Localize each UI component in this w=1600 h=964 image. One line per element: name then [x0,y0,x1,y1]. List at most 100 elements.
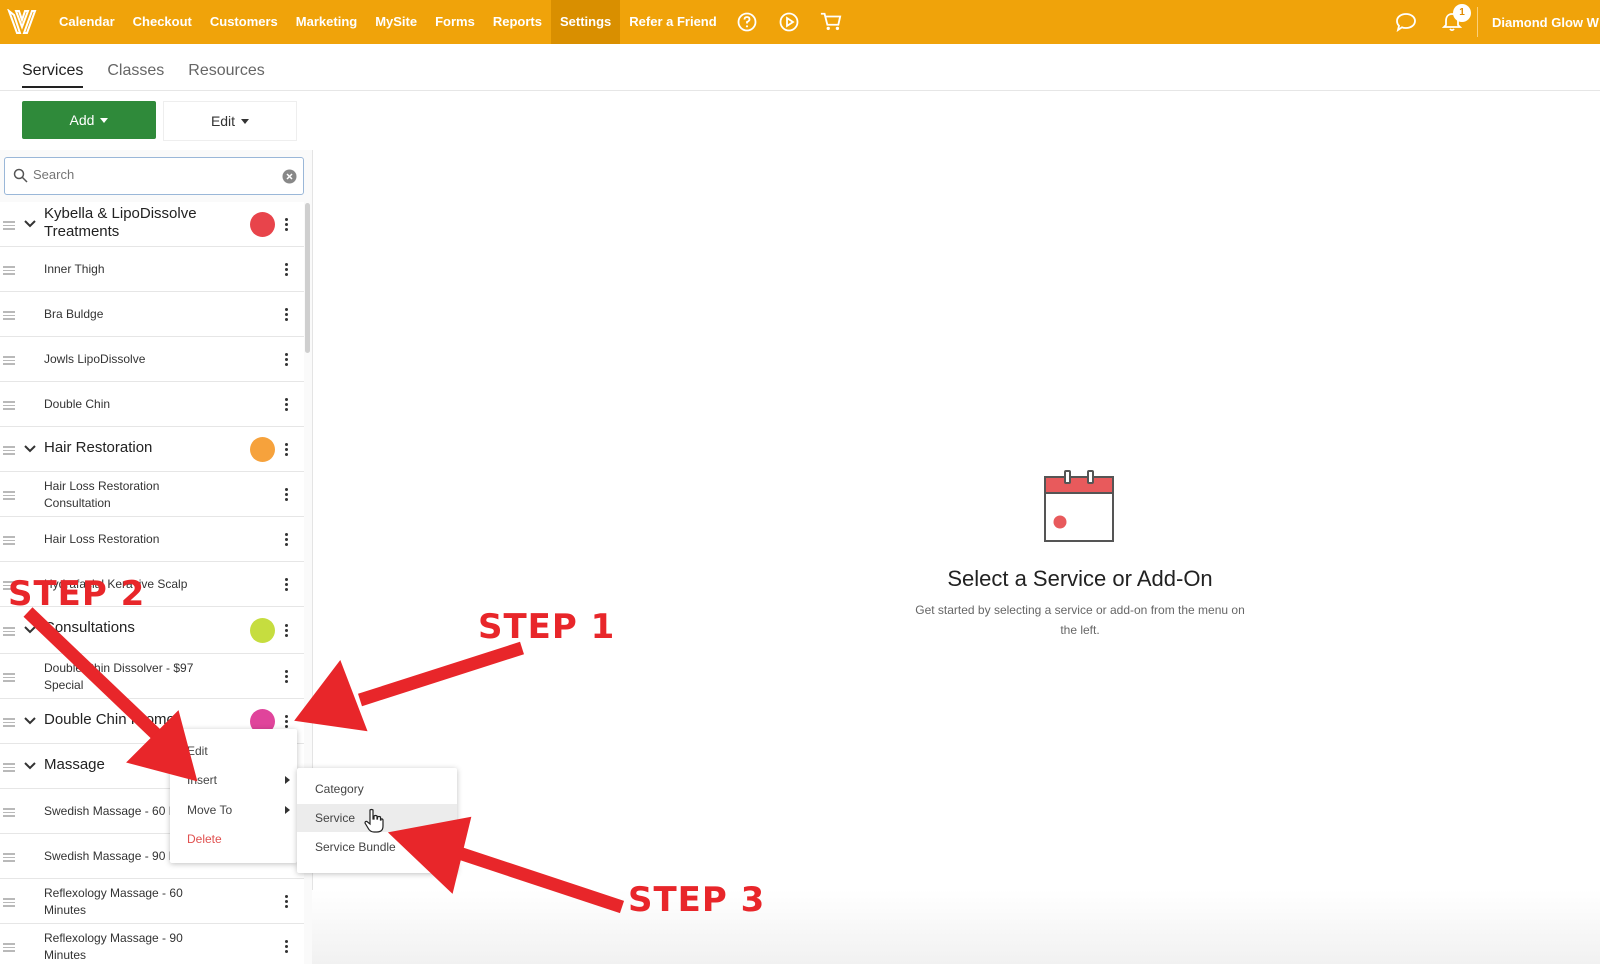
add-button-label: Add [69,112,95,128]
service-label: Inner Thigh [44,262,105,276]
tab-classes[interactable]: Classes [107,62,164,88]
bottom-fade [312,890,1600,964]
empty-state-title: Select a Service or Add-On [947,566,1213,591]
drag-handle-icon[interactable] [3,625,15,638]
category-label: Consultations [44,619,135,636]
chat-icon[interactable] [1395,11,1417,33]
more-options-icon[interactable] [283,261,289,278]
more-options-icon[interactable] [283,486,289,503]
more-options-icon[interactable] [283,576,289,593]
nav-item-forms[interactable]: Forms [426,0,484,44]
edit-button[interactable]: Edit [163,101,297,141]
more-options-icon[interactable] [283,306,289,323]
main-nav: Calendar Checkout Customers Marketing MySite… [50,0,726,44]
drag-handle-icon[interactable] [3,489,15,502]
service-row[interactable]: Reflexology Massage - 60 Minutes [0,879,304,924]
help-icon[interactable] [736,11,758,33]
more-options-icon[interactable] [283,216,289,233]
more-options-icon[interactable] [283,441,289,458]
settings-tabs: Services Classes Resources [22,62,289,88]
add-button[interactable]: Add [22,101,156,139]
cart-icon[interactable] [820,11,842,33]
drag-handle-icon[interactable] [3,896,15,909]
service-label: Jowls LipoDissolve [44,352,146,366]
clear-search-icon[interactable] [282,169,297,184]
nav-item-customers[interactable]: Customers [201,0,287,44]
hand-cursor-icon [364,808,384,833]
category-color-dot [250,211,275,237]
submenu-item-service-bundle[interactable]: Service Bundle [297,833,457,861]
drag-handle-icon[interactable] [3,671,15,684]
drag-handle-icon[interactable] [3,851,15,864]
drag-handle-icon[interactable] [3,716,15,729]
service-label: Bra Buldge [44,307,104,321]
category-row[interactable]: Consultations [0,607,304,654]
nav-item-reports[interactable]: Reports [484,0,551,44]
more-options-icon[interactable] [283,713,289,730]
service-label: Double Chin Dissolver - $97 Special [44,661,194,692]
edit-button-label: Edit [210,113,236,129]
drag-handle-icon[interactable] [3,534,15,547]
tab-services[interactable]: Services [22,62,84,88]
nav-item-refer-a-friend[interactable]: Refer a Friend [620,0,725,44]
tab-resources[interactable]: Resources [188,62,264,88]
menu-item-move-to[interactable]: Move To [187,803,232,817]
drag-handle-icon[interactable] [3,761,15,774]
drag-handle-icon[interactable] [3,309,15,322]
chevron-down-icon[interactable] [24,220,36,228]
nav-item-checkout[interactable]: Checkout [124,0,201,44]
service-row[interactable]: Reflexology Massage - 90 Minutes [0,924,304,964]
drag-handle-icon[interactable] [3,941,15,954]
top-nav-bar: Calendar Checkout Customers Marketing MySite… [0,0,1600,44]
service-row[interactable]: Inner Thigh [0,247,304,292]
chevron-down-icon[interactable] [24,762,36,770]
category-color-dot [250,617,275,643]
search-input[interactable] [31,166,275,183]
calendar-icon [1044,470,1114,542]
category-row[interactable]: Kybella & LipoDissolve Treatments [0,202,304,247]
service-row[interactable]: Double Chin [0,382,304,427]
service-row[interactable]: Bra Buldge [0,292,304,337]
service-row[interactable]: Jowls LipoDissolve [0,337,304,382]
menu-item-insert[interactable]: Insert [187,773,217,787]
drag-handle-icon[interactable] [3,264,15,277]
nav-item-settings[interactable]: Settings [550,0,621,44]
more-options-icon[interactable] [283,938,289,955]
notifications-button[interactable]: 1 [1437,0,1471,44]
more-options-icon[interactable] [283,893,289,910]
category-row[interactable]: Hair Restoration [0,427,304,472]
service-label: Hair Loss Restoration [44,532,160,546]
play-video-icon[interactable] [778,11,800,33]
drag-handle-icon[interactable] [3,444,15,457]
drag-handle-icon[interactable] [3,354,15,367]
service-row[interactable]: Hair Loss Restoration Consultation [0,472,304,517]
more-options-icon[interactable] [283,351,289,368]
account-menu[interactable]: Diamond Glow W [1492,15,1600,30]
chevron-down-icon[interactable] [24,445,36,453]
menu-item-delete[interactable]: Delete [187,832,222,846]
nav-item-marketing[interactable]: Marketing [287,0,366,44]
drag-handle-icon[interactable] [3,219,15,232]
service-row[interactable]: Double Chin Dissolver - $97 Special [0,654,304,699]
submenu-item-category[interactable]: Category [297,775,457,803]
service-label: Double Chin [44,397,111,411]
list-scrollbar[interactable] [305,203,310,353]
more-options-icon[interactable] [283,668,289,685]
category-label: Hair Restoration [44,439,153,456]
chevron-down-icon[interactable] [24,626,36,634]
vagaro-logo-icon[interactable] [0,0,44,44]
drag-handle-icon[interactable] [3,806,15,819]
submenu-arrow-icon [285,806,290,814]
notification-badge: 1 [1453,4,1471,22]
more-options-icon[interactable] [283,622,289,639]
service-row[interactable]: Hair Loss Restoration [0,517,304,562]
category-label: Kybella & LipoDissolve Treatments [44,205,197,240]
nav-item-calendar[interactable]: Calendar [50,0,124,44]
nav-item-mysite[interactable]: MySite [366,0,426,44]
chevron-down-icon[interactable] [24,717,36,725]
more-options-icon[interactable] [283,531,289,548]
more-options-icon[interactable] [283,396,289,413]
menu-item-edit[interactable]: Edit [187,744,208,758]
caret-down-icon [100,117,109,123]
drag-handle-icon[interactable] [3,399,15,412]
